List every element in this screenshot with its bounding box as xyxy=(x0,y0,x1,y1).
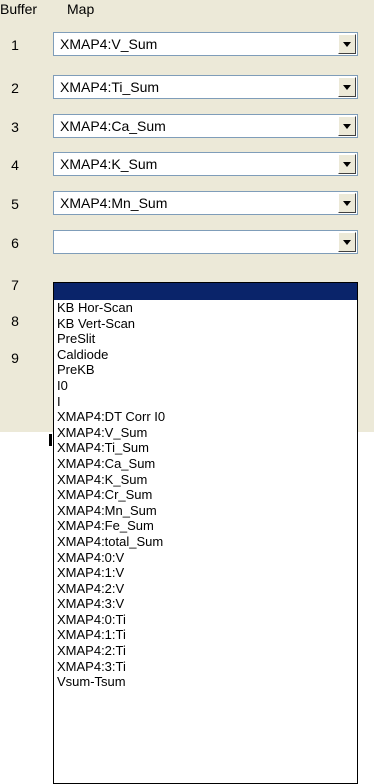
dropdown-option[interactable]: PreSlit xyxy=(54,331,357,347)
dropdown-option[interactable]: KB Vert-Scan xyxy=(54,316,357,332)
dropdown-button[interactable] xyxy=(338,193,356,213)
buffer-number-7: 7 xyxy=(11,277,19,293)
dropdown-option[interactable]: I0 xyxy=(54,378,357,394)
dropdown-option[interactable]: XMAP4:1:V xyxy=(54,565,357,581)
dropdown-option[interactable]: XMAP4:DT Corr I0 xyxy=(54,409,357,425)
map-select-1[interactable]: XMAP4:V_Sum xyxy=(53,32,358,56)
dropdown-option[interactable]: XMAP4:Fe_Sum xyxy=(54,518,357,534)
dropdown-button[interactable] xyxy=(338,77,356,97)
map-select-5[interactable]: XMAP4:Mn_Sum xyxy=(53,191,358,215)
buffer-number-3: 3 xyxy=(11,119,19,135)
chevron-down-icon xyxy=(343,124,351,129)
map-column-header: Map xyxy=(67,1,95,17)
map-select-3[interactable]: XMAP4:Ca_Sum xyxy=(53,114,358,138)
map-select-value: XMAP4:Ti_Sum xyxy=(60,79,160,95)
dropdown-option[interactable]: Vsum-Tsum xyxy=(54,674,357,690)
dropdown-option[interactable]: XMAP4:Ti_Sum xyxy=(54,440,357,456)
dropdown-option[interactable]: KB Hor-Scan xyxy=(54,300,357,316)
buffer-number-1: 1 xyxy=(11,37,19,53)
dropdown-option[interactable]: Caldiode xyxy=(54,347,357,363)
dropdown-option[interactable]: XMAP4:0:V xyxy=(54,550,357,566)
map-select-value: XMAP4:Mn_Sum xyxy=(60,195,168,211)
map-select-value: XMAP4:K_Sum xyxy=(60,156,158,172)
dropdown-option[interactable] xyxy=(54,283,357,300)
partial-control-edge xyxy=(49,434,52,446)
map-select-6[interactable] xyxy=(53,230,358,254)
map-select-4[interactable]: XMAP4:K_Sum xyxy=(53,152,358,176)
dropdown-option[interactable]: XMAP4:3:V xyxy=(54,596,357,612)
dropdown-option[interactable]: PreKB xyxy=(54,362,357,378)
chevron-down-icon xyxy=(343,162,351,167)
dropdown-option[interactable]: XMAP4:total_Sum xyxy=(54,534,357,550)
map-select-value: XMAP4:V_Sum xyxy=(60,36,158,52)
dropdown-option[interactable]: I xyxy=(54,394,357,410)
dropdown-option[interactable]: XMAP4:V_Sum xyxy=(54,425,357,441)
buffer-number-8: 8 xyxy=(11,313,19,329)
dropdown-option[interactable]: XMAP4:1:Ti xyxy=(54,627,357,643)
chevron-down-icon xyxy=(343,240,351,245)
map-select-value: XMAP4:Ca_Sum xyxy=(60,118,166,134)
dropdown-option[interactable]: XMAP4:K_Sum xyxy=(54,472,357,488)
map-dropdown-list[interactable]: KB Hor-Scan KB Vert-Scan PreSlit Caldiod… xyxy=(53,282,358,784)
dropdown-option[interactable]: XMAP4:2:V xyxy=(54,581,357,597)
chevron-down-icon xyxy=(343,42,351,47)
dropdown-button[interactable] xyxy=(338,34,356,54)
buffer-number-2: 2 xyxy=(11,80,19,96)
buffer-number-9: 9 xyxy=(11,350,19,366)
dropdown-option[interactable]: XMAP4:Cr_Sum xyxy=(54,487,357,503)
dropdown-option[interactable]: XMAP4:Mn_Sum xyxy=(54,503,357,519)
chevron-down-icon xyxy=(343,85,351,90)
buffer-column-header: Buffer xyxy=(0,1,38,17)
dropdown-option[interactable]: XMAP4:2:Ti xyxy=(54,643,357,659)
dropdown-option[interactable]: XMAP4:Ca_Sum xyxy=(54,456,357,472)
buffer-number-6: 6 xyxy=(11,235,19,251)
dropdown-button[interactable] xyxy=(338,232,356,252)
map-select-2[interactable]: XMAP4:Ti_Sum xyxy=(53,75,358,99)
buffer-number-5: 5 xyxy=(11,196,19,212)
chevron-down-icon xyxy=(343,201,351,206)
dropdown-button[interactable] xyxy=(338,116,356,136)
dropdown-button[interactable] xyxy=(338,154,356,174)
dropdown-option[interactable]: XMAP4:0:Ti xyxy=(54,612,357,628)
buffer-number-4: 4 xyxy=(11,157,19,173)
dropdown-option[interactable]: XMAP4:3:Ti xyxy=(54,659,357,675)
